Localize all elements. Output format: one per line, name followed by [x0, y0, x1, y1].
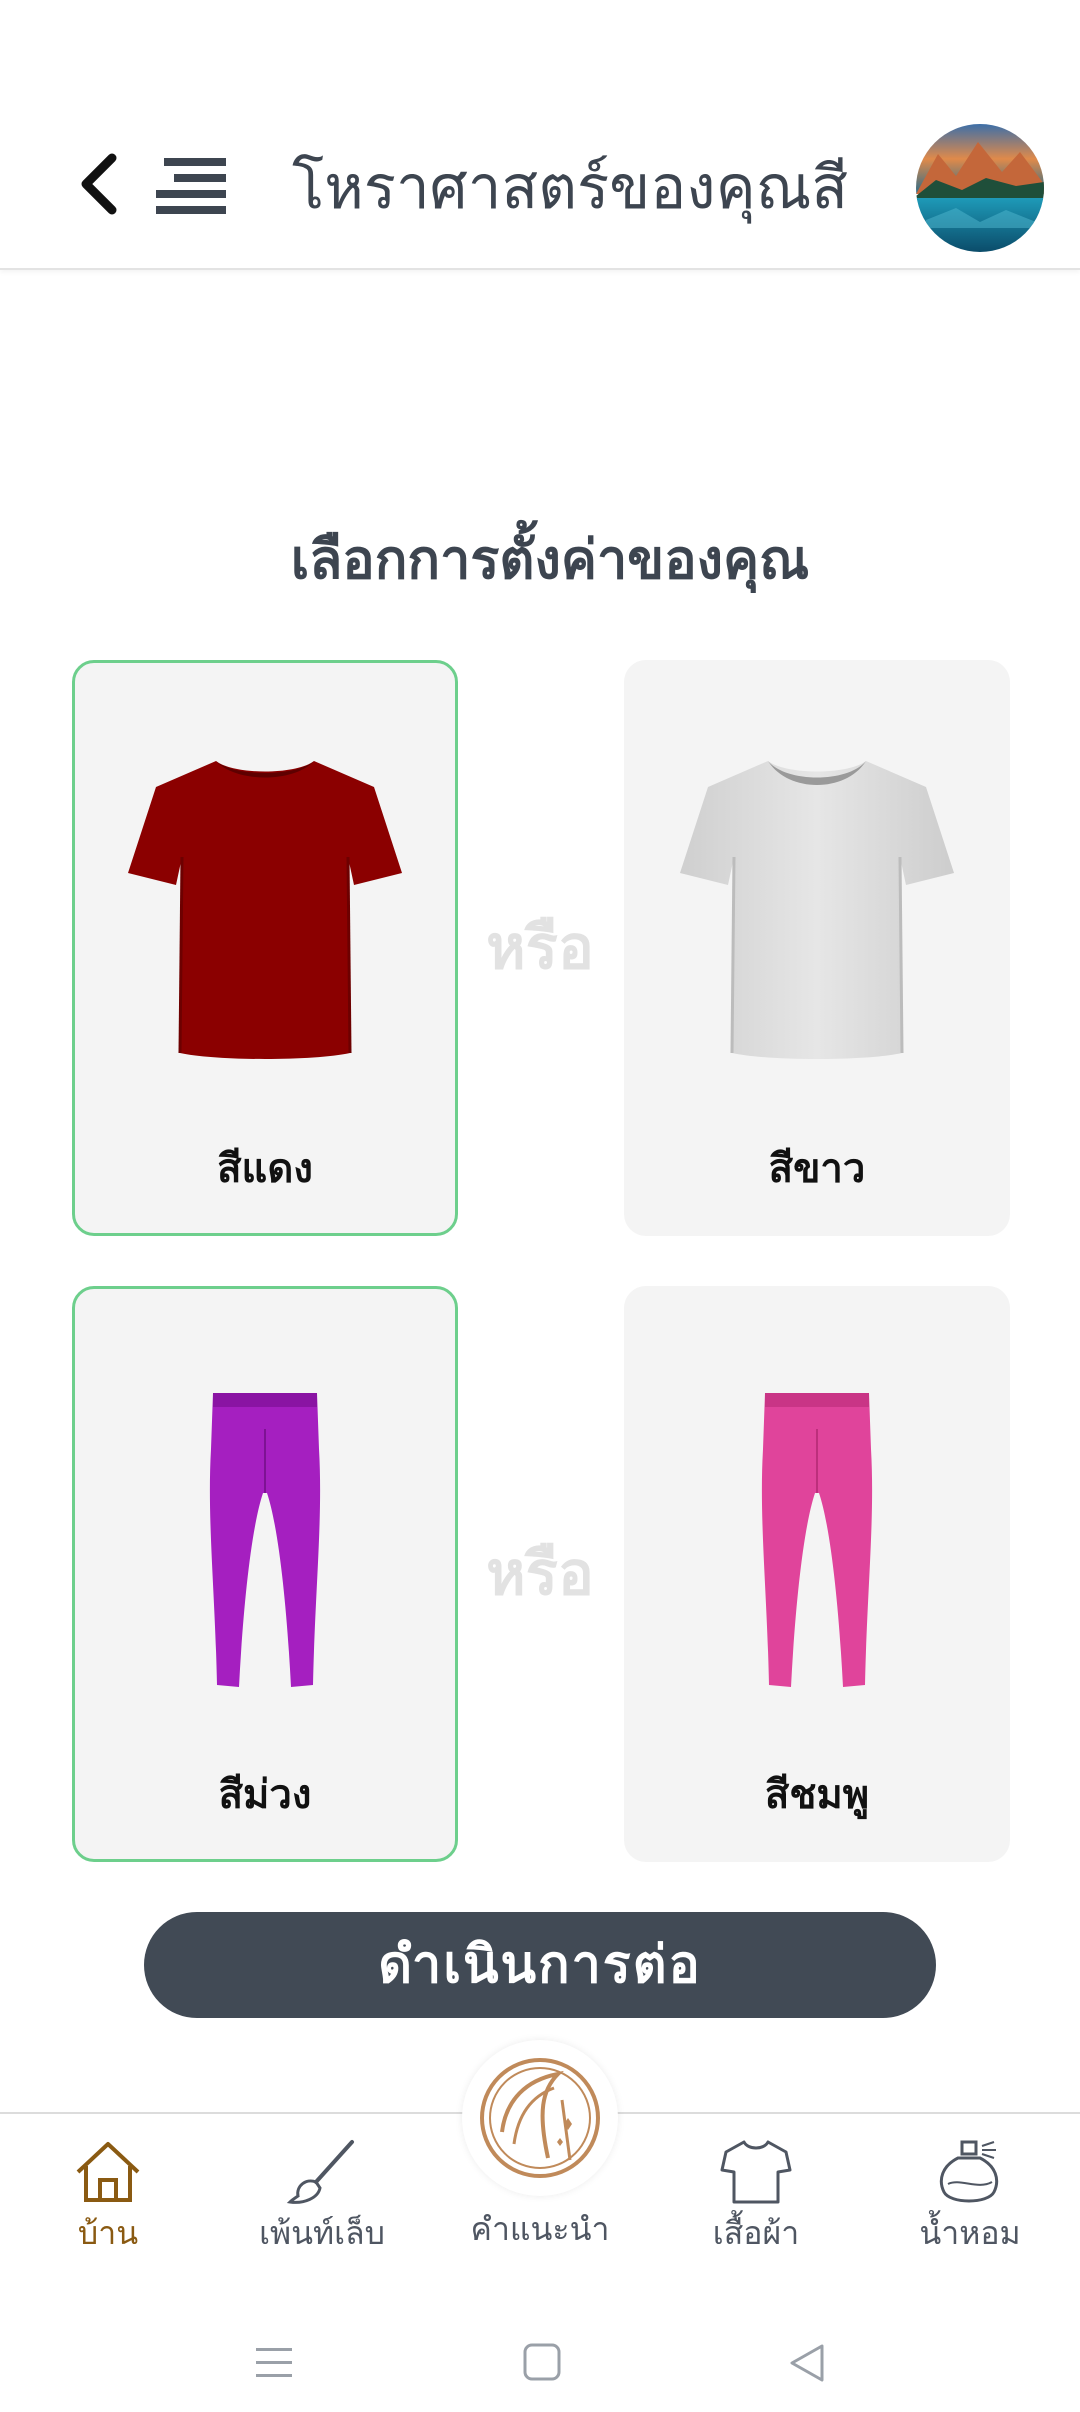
- landscape-avatar-image: [916, 124, 1044, 252]
- menu-button[interactable]: [154, 156, 228, 218]
- perfume-icon: [939, 2140, 999, 2203]
- system-nav-bar: [0, 2308, 1080, 2412]
- option-card-pink-leggings[interactable]: สีชมพู: [624, 1286, 1010, 1862]
- red-shirt-icon: [128, 761, 402, 1059]
- system-home-button[interactable]: [512, 2338, 572, 2388]
- nav-item-perfume[interactable]: น้ำหอม: [870, 2138, 1070, 2288]
- continue-button[interactable]: ดำเนินการต่อ: [144, 1912, 936, 2018]
- advice-logo-icon: [480, 2058, 600, 2178]
- purple-leggings-icon: [209, 1393, 321, 1687]
- square-home-icon: [523, 2343, 561, 2381]
- nav-label: เสื้อผ้า: [712, 2214, 800, 2252]
- option-card-white-shirt[interactable]: สีขาว: [624, 660, 1010, 1236]
- nav-label: เพ้นท์เล็บ: [259, 2214, 385, 2252]
- pink-leggings-icon: [761, 1393, 873, 1687]
- recents-menu-icon: [256, 2348, 292, 2377]
- nav-item-nail-paint[interactable]: เพ้นท์เล็บ: [222, 2138, 422, 2288]
- option-card-red-shirt[interactable]: สีแดง: [72, 660, 458, 1236]
- system-back-button[interactable]: [778, 2338, 838, 2388]
- nav-label-advice: คำแนะนำ: [470, 2210, 610, 2248]
- option-label: สีแดง: [217, 1146, 313, 1192]
- option-label: สีชมพู: [764, 1772, 870, 1818]
- nav-item-home[interactable]: บ้าน: [8, 2138, 208, 2288]
- option-label: สีขาว: [768, 1146, 866, 1192]
- page-title: โหราศาสตร์ของคุณสี: [291, 153, 849, 223]
- or-divider-text: หรือ: [486, 1539, 594, 1609]
- hamburger-icon: [156, 158, 226, 214]
- shirt-icon: [720, 2140, 792, 2204]
- system-menu-button[interactable]: [244, 2338, 304, 2388]
- option-card-purple-leggings[interactable]: สีม่วง: [72, 1286, 458, 1862]
- or-divider-text: หรือ: [486, 913, 594, 983]
- nav-item-clothes[interactable]: เสื้อผ้า: [656, 2138, 856, 2288]
- back-button[interactable]: [74, 152, 130, 216]
- nav-label: น้ำหอม: [919, 2214, 1021, 2252]
- option-label: สีม่วง: [218, 1772, 312, 1818]
- app-header: โหราศาสตร์ของคุณสี: [0, 0, 1080, 270]
- white-shirt-icon: [680, 761, 954, 1059]
- advice-button[interactable]: [462, 2040, 618, 2196]
- triangle-back-icon: [790, 2344, 824, 2382]
- section-heading: เลือกการตั้งค่าของคุณ: [290, 528, 810, 591]
- nav-label: บ้าน: [77, 2214, 139, 2252]
- brush-icon: [286, 2140, 354, 2204]
- chevron-left-icon: [81, 153, 117, 215]
- avatar[interactable]: [916, 124, 1044, 252]
- home-icon: [76, 2142, 140, 2202]
